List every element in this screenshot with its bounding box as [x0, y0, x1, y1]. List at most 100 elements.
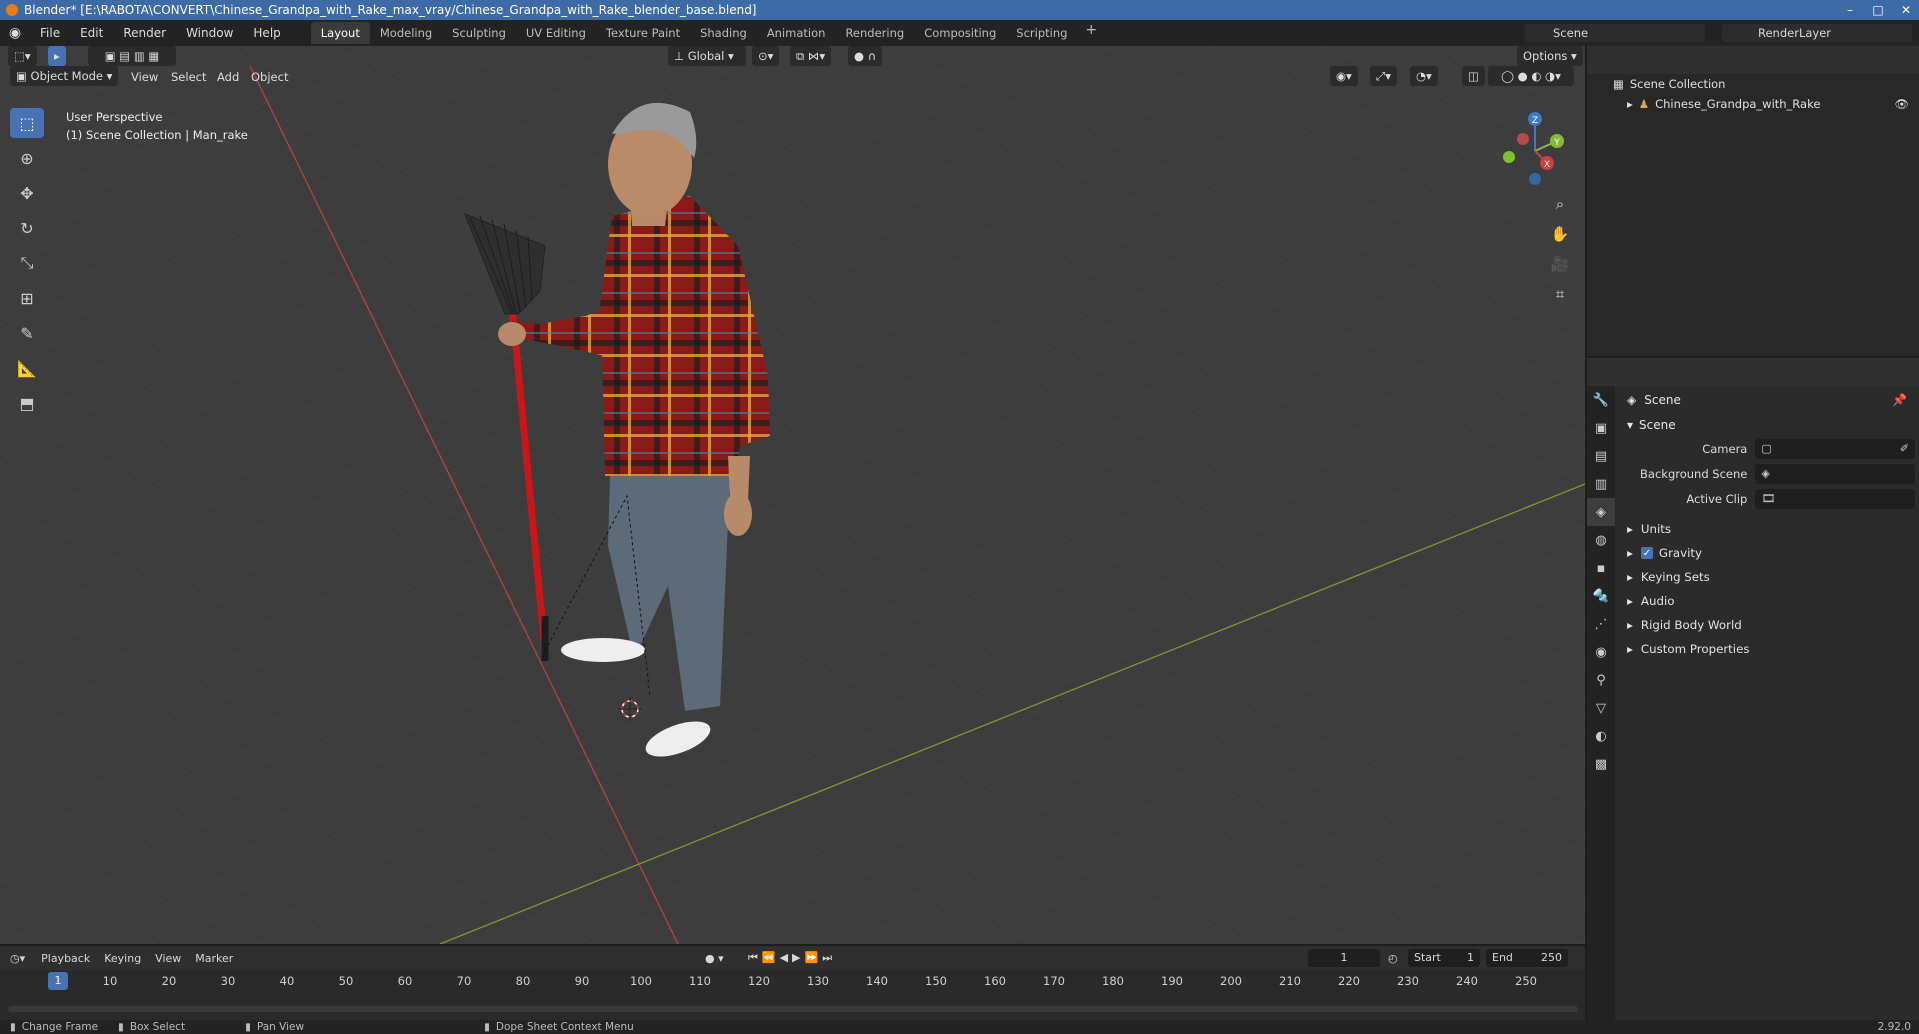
view-layer-tab-icon[interactable]: ▥: [1587, 470, 1615, 498]
timeline-ruler[interactable]: 1 10 20 30 40 50 60 70 80 90 100 110 120…: [0, 970, 1585, 992]
rotate-tool[interactable]: ↻: [10, 213, 44, 243]
tool-tab-icon[interactable]: 🔧: [1587, 386, 1615, 414]
viewport-menu-add[interactable]: Add: [217, 70, 239, 84]
data-tab-icon[interactable]: ▽: [1587, 694, 1615, 722]
add-cube-tool[interactable]: ⬒: [10, 388, 44, 418]
proportional-editing-toggle[interactable]: ● ∩: [848, 46, 883, 66]
timeline-scrollbar[interactable]: [8, 1006, 1578, 1012]
zoom-icon[interactable]: ⌕: [1548, 192, 1572, 216]
selection-mode-buttons[interactable]: ▣ ▤ ▥ ▦: [88, 46, 176, 66]
render-tab-icon[interactable]: ▣: [1587, 414, 1615, 442]
scene-selector[interactable]: Scene: [1525, 24, 1705, 42]
timeline-menu-marker[interactable]: Marker: [195, 952, 233, 965]
constraints-tab-icon[interactable]: ⚲: [1587, 666, 1615, 694]
close-button[interactable]: ✕: [1899, 3, 1913, 17]
tab-shading[interactable]: Shading: [690, 22, 757, 44]
rigid-body-world-panel[interactable]: ▸ Rigid Body World: [1619, 613, 1915, 637]
units-panel[interactable]: ▸ Units: [1619, 517, 1915, 541]
mode-dropdown[interactable]: ▣ Object Mode ▾: [10, 66, 119, 86]
tab-modeling[interactable]: Modeling: [370, 22, 442, 44]
navigation-gizmo[interactable]: Z Y X: [1495, 111, 1565, 191]
keying-sets-panel[interactable]: ▸ Keying Sets: [1619, 565, 1915, 589]
shading-mode-buttons[interactable]: ◯ ● ◐ ◑▾: [1488, 66, 1574, 86]
add-workspace-button[interactable]: +: [1077, 22, 1105, 44]
annotate-tool[interactable]: ✎: [10, 318, 44, 348]
background-scene-field[interactable]: ◈: [1755, 463, 1915, 484]
render-layer-selector[interactable]: RenderLayer: [1722, 24, 1912, 42]
timeline-menu-keying[interactable]: Keying: [104, 952, 141, 965]
modifier-tab-icon[interactable]: 🔩: [1587, 582, 1615, 610]
menu-render[interactable]: Render: [113, 26, 176, 40]
pan-hand-icon[interactable]: ✋: [1548, 222, 1572, 246]
tab-compositing[interactable]: Compositing: [914, 22, 1006, 44]
camera-view-icon[interactable]: 🎥: [1548, 252, 1572, 276]
move-tool[interactable]: ✥: [10, 178, 44, 208]
tab-uv-editing[interactable]: UV Editing: [516, 22, 596, 44]
tab-animation[interactable]: Animation: [757, 22, 836, 44]
physics-tab-icon[interactable]: ◉: [1587, 638, 1615, 666]
start-frame-field[interactable]: Start 1: [1408, 949, 1480, 967]
camera-field[interactable]: ▢ ✐: [1755, 438, 1915, 459]
minimize-button[interactable]: –: [1843, 3, 1857, 17]
menu-window[interactable]: Window: [176, 26, 243, 40]
select-mode-icon[interactable]: ▸: [48, 46, 66, 66]
maximize-button[interactable]: □: [1871, 3, 1885, 17]
editor-type-button[interactable]: ⬚▾: [8, 46, 37, 66]
blender-menu-icon[interactable]: ◉: [0, 25, 30, 41]
object-tab-icon[interactable]: ▪: [1587, 554, 1615, 582]
cursor-tool[interactable]: ⊕: [10, 143, 44, 173]
expand-arrow-icon[interactable]: ▸: [1627, 97, 1633, 111]
particles-tab-icon[interactable]: ⋰: [1587, 610, 1615, 638]
playback-controls[interactable]: ⏮⏪◀▶⏩⏭: [748, 951, 836, 965]
transform-orientation-dropdown[interactable]: ⊥ Global ▾: [668, 46, 746, 66]
playhead[interactable]: 1: [48, 972, 68, 990]
perspective-toggle-icon[interactable]: ⌗: [1548, 282, 1572, 306]
tab-layout[interactable]: Layout: [310, 22, 370, 44]
texture-tab-icon[interactable]: ▩: [1587, 750, 1615, 778]
select-box-tool[interactable]: ⬚: [10, 108, 44, 138]
scene-tab-icon[interactable]: ◈: [1587, 498, 1615, 526]
viewport-canvas[interactable]: [0, 46, 1585, 944]
viewport-menu-view[interactable]: View: [131, 70, 158, 84]
output-tab-icon[interactable]: ▤: [1587, 442, 1615, 470]
eye-icon[interactable]: 👁: [1894, 97, 1909, 111]
menu-edit[interactable]: Edit: [70, 26, 113, 40]
scale-tool[interactable]: ⤡: [10, 248, 44, 278]
eyedropper-icon[interactable]: ✐: [1900, 442, 1909, 455]
gravity-panel[interactable]: ▸ ✓ Gravity: [1619, 541, 1915, 565]
end-frame-field[interactable]: End 250: [1486, 949, 1568, 967]
tab-texture-paint[interactable]: Texture Paint: [596, 22, 690, 44]
gizmo-toggle[interactable]: ⤢▾: [1370, 66, 1397, 86]
outliner-root[interactable]: ▦ Scene Collection: [1587, 74, 1919, 94]
tab-scripting[interactable]: Scripting: [1006, 22, 1077, 44]
timeline-menu-view[interactable]: View: [155, 952, 181, 965]
gravity-checkbox[interactable]: ✓: [1640, 547, 1653, 559]
material-tab-icon[interactable]: ◐: [1587, 722, 1615, 750]
world-tab-icon[interactable]: ◍: [1587, 526, 1615, 554]
tab-sculpting[interactable]: Sculpting: [442, 22, 516, 44]
pivot-point-dropdown[interactable]: ⊙▾: [752, 46, 780, 66]
current-frame-field[interactable]: 1: [1308, 949, 1380, 967]
3d-viewport[interactable]: ⬚▾ ▸ ▣ ▤ ▥ ▦ ⊥ Global ▾ ⊙▾ ⧉ ⋈▾ ● ∩ Opti…: [0, 46, 1585, 944]
active-clip-field[interactable]: 🎞: [1755, 488, 1915, 509]
audio-panel[interactable]: ▸ Audio: [1619, 589, 1915, 613]
xray-toggle[interactable]: ◫: [1462, 66, 1485, 86]
auto-keying-toggle[interactable]: ● ▾: [705, 952, 724, 965]
options-dropdown[interactable]: Options ▾: [1517, 46, 1583, 66]
transform-tool[interactable]: ⊞: [10, 283, 44, 313]
visibility-dropdown[interactable]: ◉▾: [1330, 66, 1358, 86]
menu-help[interactable]: Help: [243, 26, 290, 40]
tab-rendering[interactable]: Rendering: [835, 22, 914, 44]
viewport-menu-select[interactable]: Select: [171, 70, 206, 84]
timeline-menu-playback[interactable]: Playback: [41, 952, 90, 965]
outliner-item[interactable]: ▸ ♟ Chinese_Grandpa_with_Rake 👁: [1587, 94, 1919, 114]
snap-toggle[interactable]: ⧉ ⋈▾: [790, 46, 832, 66]
timeline-editor-type-icon[interactable]: ◷▾: [10, 952, 25, 965]
overlays-toggle[interactable]: ◔▾: [1410, 66, 1438, 86]
scene-panel-header[interactable]: ▾ Scene: [1619, 414, 1915, 436]
viewport-menu-object[interactable]: Object: [251, 70, 288, 84]
custom-properties-panel[interactable]: ▸ Custom Properties: [1619, 637, 1915, 661]
pin-icon[interactable]: 📌: [1892, 393, 1907, 407]
measure-tool[interactable]: 📐: [10, 353, 44, 383]
menu-file[interactable]: File: [30, 26, 70, 40]
